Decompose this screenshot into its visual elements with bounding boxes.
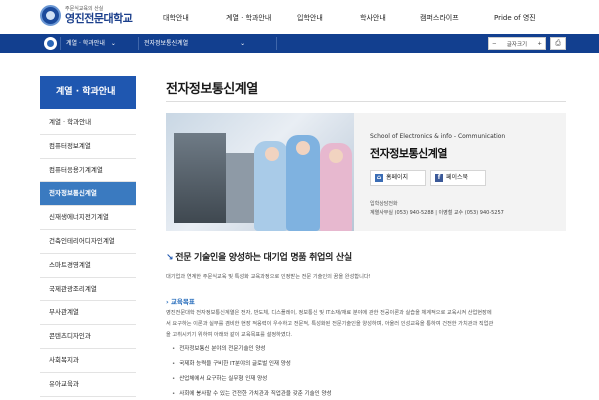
breadcrumb-department-label: 전자정보통신계열 [144, 40, 189, 47]
site-header: 주문식교육의 산실 영진전문대학교 대학안내 계열 · 학과안내 입학안내 학사… [0, 0, 599, 34]
sidebar-menu: 계열 · 학과안내 컴퓨터정보계열 컴퓨터응용기계계열 전자정보통신계열 신재생… [40, 111, 136, 397]
sidebar-item-overview[interactable]: 계열 · 학과안내 [40, 111, 136, 135]
goal-line: 영진전문대학 전자정보통신계열은 전자, 반도체, 디스플레이, 정보통신 및 … [166, 310, 492, 316]
list-item: 국제화 능력을 구비한 IT분야의 글로벌 인재 양성 [172, 357, 332, 372]
sidebar-item-renewable-energy[interactable]: 신재생에너지전기계열 [40, 206, 136, 230]
title-divider [166, 101, 566, 102]
breadcrumb-category-label: 계열 · 학과안내 [66, 40, 105, 47]
sidebar-item-early-childhood[interactable]: 유아교육과 [40, 373, 136, 397]
arrow-icon: ↘ [166, 253, 174, 263]
contact-label: 입학상담전화 [370, 201, 398, 207]
nav-item-departments[interactable]: 계열 · 학과안내 [226, 13, 271, 23]
page-title: 전자정보통신계열 [166, 82, 258, 97]
chevron-down-icon: ⌄ [110, 40, 116, 47]
department-info-card: School of Electronics & info - Communica… [354, 113, 566, 231]
home-icon[interactable] [44, 37, 57, 50]
education-goal-text: 영진전문대학 전자정보통신계열은 전자, 반도체, 디스플레이, 정보통신 및 … [166, 308, 566, 341]
goal-line: 서 요구하는 이론과 실무를 겸비한 현장 적응력이 우수하고 전문적, 특성화… [166, 321, 494, 327]
slogan-text: 전문 기술인을 양성하는 대기업 명품 취업의 산실 [175, 253, 352, 263]
nav-item-pride[interactable]: Pride of 영진 [494, 13, 536, 23]
sidebar-item-computer-info[interactable]: 컴퓨터정보계열 [40, 135, 136, 159]
breadcrumb-department[interactable]: 전자정보통신계열 ⌄ [144, 34, 245, 53]
homepage-button[interactable]: ⌂ 홈페이지 [370, 170, 426, 186]
list-item: 사회에 봉사할 수 있는 건전한 가치관과 직업관을 갖춘 기술인 양성 [172, 387, 331, 400]
nav-item-campus-life[interactable]: 캠퍼스라이프 [420, 13, 459, 23]
department-intro: 대기업과 연계한 주문식교육 및 특성화 교육과정으로 인정받는 전문 기술인의… [166, 274, 371, 280]
goal-line: 을 고취시키기 위하여 아래와 같이 교육목표를 설정하였다. [166, 332, 293, 338]
list-item: 전자정보통신 분야의 전문기술인 양성 [172, 342, 332, 357]
sidebar-title: 계열 · 학과안내 [40, 76, 136, 109]
font-size-label: 글자크기 [506, 41, 528, 48]
home-icon: ⌂ [375, 173, 383, 182]
education-goal-heading: › 교육목표 [166, 298, 195, 306]
global-nav: 대학안내 계열 · 학과안내 입학안내 학사안내 캠퍼스라이프 Pride of… [0, 13, 599, 25]
sidebar-item-smart-business[interactable]: 스마트경영계열 [40, 254, 136, 278]
goal-bullet-list: 전자정보통신 분야의 전문기술인 양성 국제화 능력을 구비한 IT분야의 글로… [172, 342, 332, 400]
font-size-decrease-button[interactable]: − [492, 41, 497, 47]
sidebar-item-computer-mechanical[interactable]: 컴퓨터응용기계계열 [40, 159, 136, 183]
crumb-divider [276, 37, 277, 50]
homepage-button-label: 홈페이지 [386, 174, 409, 181]
chevron-down-icon: ⌄ [240, 40, 246, 47]
print-icon[interactable]: ⎙ [550, 37, 566, 50]
breadcrumb-category[interactable]: 계열 · 학과안내 ⌄ [66, 34, 116, 53]
list-item: 산업체에서 요구하는 실무형 인재 양성 [172, 372, 332, 387]
department-photo [166, 113, 354, 231]
department-name-korean: 전자정보통신계열 [370, 147, 447, 160]
location-bar: 계열 · 학과안내 ⌄ 전자정보통신계열 ⌄ − 글자크기 + ⎙ [0, 34, 599, 53]
crumb-divider [138, 37, 139, 50]
department-name-english: School of Electronics & info - Communica… [370, 133, 506, 140]
sidebar-item-electronics[interactable]: 전자정보통신계열 [40, 182, 136, 207]
contact-numbers: 계열사무실 (053) 940-5288 | 이영철 교수 (053) 940-… [370, 210, 504, 216]
department-slogan: ↘ 전문 기술인을 양성하는 대기업 명품 취업의 산실 [166, 250, 352, 263]
nav-item-admission[interactable]: 입학안내 [297, 13, 323, 23]
font-size-increase-button[interactable]: + [537, 41, 542, 47]
nav-item-university[interactable]: 대학안내 [163, 13, 189, 23]
facebook-button-label: 페이스북 [446, 174, 469, 181]
sidebar-item-content-design[interactable]: 콘텐츠디자인과 [40, 325, 136, 349]
sidebar-item-architecture[interactable]: 건축인테리어디자인계열 [40, 230, 136, 254]
font-size-control: − 글자크기 + [488, 37, 546, 50]
facebook-button[interactable]: f 페이스북 [430, 170, 486, 186]
crumb-divider [60, 37, 61, 50]
nav-item-academics[interactable]: 학사안내 [360, 13, 386, 23]
sidebar-item-social-welfare[interactable]: 사회복지과 [40, 349, 136, 373]
sidebar-item-nco[interactable]: 부사관계열 [40, 301, 136, 326]
facebook-icon: f [435, 173, 443, 182]
sidebar-item-tourism-culinary[interactable]: 국제관광조리계열 [40, 278, 136, 302]
